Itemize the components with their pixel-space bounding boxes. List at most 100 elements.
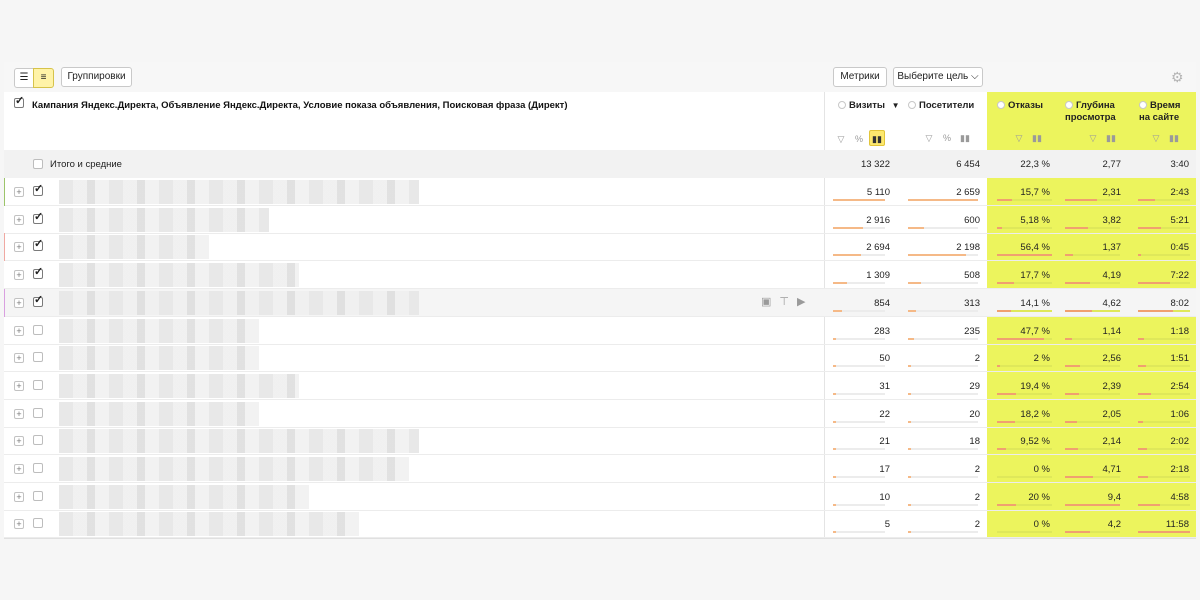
row-checkbox[interactable] <box>33 237 43 252</box>
filter-icon[interactable]: ▽ <box>1148 130 1164 146</box>
row-checkbox[interactable] <box>33 490 43 501</box>
filter-icon[interactable]: ▽ <box>833 131 849 147</box>
expand-row-button[interactable]: + <box>14 325 24 336</box>
expand-row-button[interactable]: + <box>14 519 24 530</box>
row-checkbox[interactable] <box>33 293 43 307</box>
bar-visits <box>833 365 836 368</box>
totals-visits: 13 322 <box>860 159 890 170</box>
table-row[interactable]: +17 2 0 % 4,71 2:18 <box>4 455 1196 483</box>
row-checkbox[interactable] <box>33 210 43 224</box>
blurred-dimension-value[interactable] <box>59 429 419 454</box>
expand-row-button[interactable]: + <box>14 297 24 308</box>
table-row[interactable]: + ▣ ⊤ ▶ 854 313 14,1 % 4,62 8:02 <box>4 288 1196 317</box>
expand-row-button[interactable]: + <box>14 491 24 502</box>
row-checkbox[interactable] <box>33 324 43 335</box>
totals-bounce: 22,3 % <box>1020 159 1050 170</box>
expand-row-button[interactable]: + <box>14 242 24 253</box>
column-radio[interactable] <box>997 101 1005 109</box>
select-all-checkbox[interactable] <box>14 94 24 108</box>
row-checkbox[interactable] <box>33 265 43 280</box>
expand-row-button[interactable]: + <box>14 214 24 225</box>
expand-row-button[interactable]: + <box>14 464 24 474</box>
column-header-time[interactable]: Время на сайте <box>1139 100 1180 124</box>
percent-icon[interactable]: % <box>939 130 955 146</box>
column-header-depth[interactable]: Глубина просмотра <box>1065 100 1116 124</box>
expand-row-button[interactable]: + <box>14 270 24 281</box>
bar-chart-icon[interactable]: ▮▮ <box>1103 130 1119 146</box>
filter-icon[interactable]: ⊤ <box>779 296 789 308</box>
table-row[interactable]: +2 916 600 5,18 % 3,82 5:21 <box>4 206 1196 234</box>
bar-track <box>1138 365 1190 368</box>
bar-chart-icon[interactable]: ▮▮ <box>869 130 885 146</box>
table-row[interactable]: +21 18 9,52 % 2,14 2:02 <box>4 427 1196 456</box>
table-row[interactable]: +5 110 2 659 15,7 % 2,31 2:43 <box>4 178 1196 206</box>
filter-icon[interactable]: ▽ <box>1085 130 1101 146</box>
cell-depth: 3,82 <box>1102 214 1122 226</box>
play-icon[interactable]: ▶ <box>797 296 805 308</box>
blurred-dimension-value[interactable] <box>59 484 309 509</box>
blurred-dimension-value[interactable] <box>59 318 259 343</box>
view-list-button[interactable]: ☰ <box>14 68 34 88</box>
row-checkbox[interactable] <box>33 182 43 196</box>
blurred-dimension-value[interactable] <box>59 207 269 232</box>
blurred-dimension-value[interactable] <box>59 373 299 398</box>
metrics-button[interactable]: Метрики <box>833 67 887 87</box>
table-row[interactable]: +2 694 2 198 56,4 % 1,37 0:45 <box>4 233 1196 262</box>
blurred-dimension-value[interactable] <box>59 235 209 260</box>
cell-depth: 2,05 <box>1102 408 1122 420</box>
filter-icon[interactable]: ▽ <box>921 130 937 146</box>
expand-row-button[interactable]: + <box>14 380 24 391</box>
expand-row-button[interactable]: + <box>14 436 24 447</box>
row-checkbox[interactable] <box>33 518 43 529</box>
groupings-button[interactable]: Группировки <box>61 67 132 87</box>
expand-row-button[interactable]: + <box>14 353 24 364</box>
table-row[interactable]: +283 235 47,7 % 1,14 1:18 <box>4 317 1196 345</box>
bar-depth <box>1065 503 1120 506</box>
column-radio[interactable] <box>1065 101 1073 109</box>
bar-track <box>1065 226 1120 229</box>
table-row[interactable]: +1 309 508 17,7 % 4,19 7:22 <box>4 261 1196 290</box>
table-row[interactable]: +5 2 0 % 4,2 11:58 <box>4 510 1196 539</box>
cell-visitors: 313 <box>964 297 980 309</box>
totals-checkbox[interactable] <box>33 159 43 169</box>
column-header-bounce[interactable]: Отказы <box>997 100 1043 112</box>
save-icon[interactable]: ▣ <box>761 296 771 308</box>
row-checkbox[interactable] <box>33 407 43 418</box>
column-radio[interactable] <box>1139 101 1147 109</box>
row-checkbox[interactable] <box>33 463 43 473</box>
filter-icon[interactable]: ▽ <box>1011 130 1027 146</box>
blurred-dimension-value[interactable] <box>59 346 259 371</box>
blurred-dimension-value[interactable] <box>59 401 259 426</box>
table-row[interactable]: +10 2 20 % 9,4 4:58 <box>4 483 1196 511</box>
bar-track <box>908 337 978 340</box>
expand-row-button[interactable]: + <box>14 187 24 197</box>
blurred-dimension-value[interactable] <box>59 180 419 204</box>
row-checkbox[interactable] <box>33 379 43 390</box>
blurred-dimension-value[interactable] <box>59 457 409 481</box>
row-checkbox[interactable] <box>33 435 43 446</box>
table-row[interactable]: +31 29 19,4 % 2,39 2:54 <box>4 372 1196 400</box>
table-row[interactable]: +50 2 2 % 2,56 1:51 <box>4 344 1196 373</box>
cell-bounce: 47,7 % <box>1020 325 1050 337</box>
column-radio[interactable] <box>908 101 916 109</box>
column-radio[interactable] <box>838 101 846 109</box>
percent-icon[interactable]: % <box>851 131 867 147</box>
expand-row-button[interactable]: + <box>14 408 24 419</box>
column-header-visitors[interactable]: Посетители <box>908 100 974 112</box>
bar-track <box>833 476 885 478</box>
blurred-dimension-value[interactable] <box>59 290 419 315</box>
sort-desc-icon[interactable]: ▼ <box>892 101 900 110</box>
table-row[interactable]: +22 20 18,2 % 2,05 1:06 <box>4 400 1196 428</box>
bar-chart-icon[interactable]: ▮▮ <box>1166 130 1182 146</box>
column-header-visits[interactable]: Визиты ▼ <box>838 100 900 112</box>
goal-select[interactable]: Выберите цель ⌵ <box>893 67 983 87</box>
gear-icon[interactable]: ⚙ <box>1171 70 1184 84</box>
dimensions-header[interactable]: Кампания Яндекс.Директа, Объявление Янде… <box>32 100 568 111</box>
blurred-dimension-value[interactable] <box>59 512 359 537</box>
cell-depth: 1,14 <box>1102 325 1122 337</box>
bar-chart-icon[interactable]: ▮▮ <box>1029 130 1045 146</box>
row-checkbox[interactable] <box>33 352 43 363</box>
view-tree-button[interactable]: ≡ <box>33 68 54 88</box>
blurred-dimension-value[interactable] <box>59 263 299 288</box>
bar-chart-icon[interactable]: ▮▮ <box>957 130 973 146</box>
